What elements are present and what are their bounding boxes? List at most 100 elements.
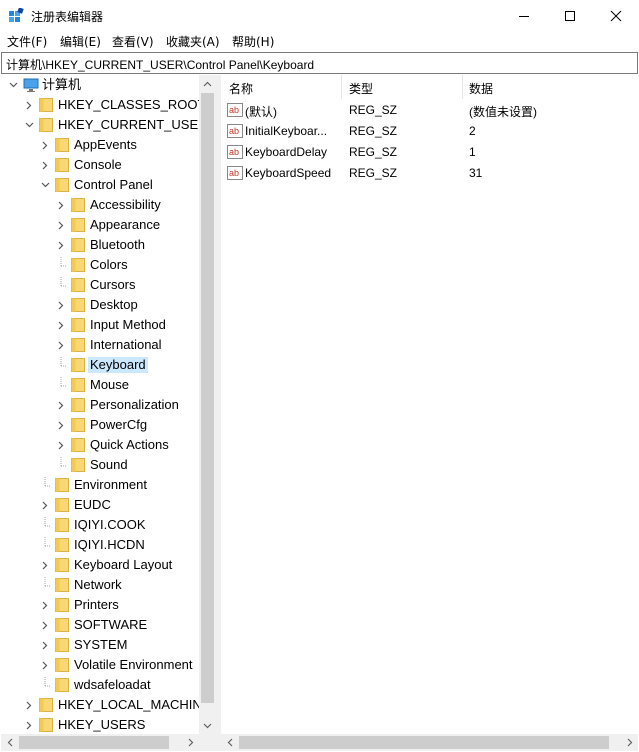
tree-node[interactable]: PowerCfg — [1, 415, 199, 435]
tree-node[interactable]: Keyboard — [1, 355, 199, 375]
menu-view[interactable]: 查看(V) — [112, 33, 154, 50]
menu-favorites[interactable]: 收藏夹(A) — [166, 33, 220, 50]
tree-node[interactable]: Keyboard Layout — [1, 555, 199, 575]
minimize-button[interactable] — [501, 0, 547, 31]
menu-edit[interactable]: 编辑(E) — [60, 33, 101, 50]
chevron-right-icon[interactable] — [55, 417, 67, 433]
tree-node[interactable]: Bluetooth — [1, 235, 199, 255]
tree-node[interactable]: HKEY_USERS — [1, 715, 199, 734]
list-horizontal-scrollbar[interactable] — [221, 734, 638, 751]
folder-icon — [71, 198, 85, 212]
value-row[interactable]: ab InitialKeyboar... REG_SZ 2 — [221, 121, 638, 142]
chevron-right-icon[interactable] — [55, 297, 67, 313]
close-button[interactable] — [593, 0, 639, 31]
computer-icon — [23, 78, 39, 92]
chevron-right-icon[interactable] — [55, 317, 67, 333]
chevron-right-icon[interactable] — [39, 157, 51, 173]
column-divider[interactable] — [341, 75, 342, 99]
tree-node[interactable]: IQIYI.HCDN — [1, 535, 199, 555]
maximize-button[interactable] — [547, 0, 593, 31]
tree-node-label: Bluetooth — [90, 237, 145, 252]
tree-node[interactable]: Quick Actions — [1, 435, 199, 455]
chevron-right-icon[interactable] — [39, 497, 51, 513]
tree-vertical-scrollbar[interactable] — [199, 75, 216, 734]
tree-node[interactable]: Mouse — [1, 375, 199, 395]
value-row[interactable]: ab (默认) REG_SZ (数值未设置) — [221, 100, 638, 121]
chevron-down-icon[interactable] — [7, 77, 19, 93]
tree-horizontal-scrollbar[interactable] — [1, 734, 199, 751]
tree-node[interactable]: HKEY_CLASSES_ROOT — [1, 95, 199, 115]
tree-node-label: HKEY_CLASSES_ROOT — [58, 97, 199, 112]
chevron-right-icon[interactable] — [55, 217, 67, 233]
chevron-right-icon[interactable] — [23, 717, 35, 733]
menu-file[interactable]: 文件(F) — [7, 33, 47, 50]
tree-node[interactable]: HKEY_CURRENT_USER — [1, 115, 199, 135]
value-name: InitialKeyboar... — [245, 124, 328, 138]
chevron-right-icon[interactable] — [55, 197, 67, 213]
chevron-right-icon[interactable] — [55, 237, 67, 253]
values-list-pane: 名称 类型 数据 ab (默认) REG_SZ (数值未设置) ab InitialKey… — [221, 75, 638, 751]
chevron-right-icon[interactable] — [39, 637, 51, 653]
tree-node[interactable]: Desktop — [1, 295, 199, 315]
tree-node[interactable]: Control Panel — [1, 175, 199, 195]
tree-node[interactable]: IQIYI.COOK — [1, 515, 199, 535]
tree-node[interactable]: Colors — [1, 255, 199, 275]
menu-help[interactable]: 帮助(H) — [232, 33, 274, 50]
scroll-down-icon[interactable] — [199, 717, 216, 734]
tree-node[interactable]: Input Method — [1, 315, 199, 335]
column-divider[interactable] — [462, 75, 463, 99]
scroll-right-icon[interactable] — [182, 734, 199, 751]
chevron-right-icon[interactable] — [39, 617, 51, 633]
tree-node[interactable]: AppEvents — [1, 135, 199, 155]
tree-node[interactable]: Network — [1, 575, 199, 595]
tree-node[interactable]: Environment — [1, 475, 199, 495]
chevron-right-icon[interactable] — [39, 657, 51, 673]
chevron-right-icon[interactable] — [39, 597, 51, 613]
tree-node[interactable]: Accessibility — [1, 195, 199, 215]
address-path[interactable]: 计算机\HKEY_CURRENT_USER\Control Panel\Keyb… — [6, 56, 314, 73]
tree-node[interactable]: 计算机 — [1, 75, 199, 95]
tree-node[interactable]: Cursors — [1, 275, 199, 295]
scroll-right-icon[interactable] — [621, 734, 638, 751]
value-name: KeyboardSpeed — [245, 166, 332, 180]
chevron-right-icon[interactable] — [55, 437, 67, 453]
tree-hscroll-thumb[interactable] — [19, 736, 169, 749]
tree-node[interactable]: Volatile Environment — [1, 655, 199, 675]
tree-node[interactable]: Console — [1, 155, 199, 175]
scroll-left-icon[interactable] — [1, 734, 18, 751]
column-header-type[interactable]: 类型 — [349, 80, 373, 97]
tree-node[interactable]: Sound — [1, 455, 199, 475]
scroll-up-icon[interactable] — [199, 75, 216, 92]
tree-node[interactable]: SOFTWARE — [1, 615, 199, 635]
chevron-right-icon[interactable] — [23, 97, 35, 113]
chevron-down-icon[interactable] — [39, 177, 51, 193]
tree-node[interactable]: Appearance — [1, 215, 199, 235]
folder-icon — [55, 518, 69, 532]
scroll-left-icon[interactable] — [221, 734, 238, 751]
chevron-right-icon[interactable] — [39, 557, 51, 573]
tree-node[interactable]: wdsafeloadat — [1, 675, 199, 695]
list-hscroll-thumb[interactable] — [239, 736, 609, 749]
chevron-right-icon[interactable] — [55, 337, 67, 353]
tree-vscroll-thumb[interactable] — [201, 93, 214, 703]
tree-node[interactable]: Printers — [1, 595, 199, 615]
folder-icon — [71, 398, 85, 412]
tree-node-label: wdsafeloadat — [74, 677, 151, 692]
chevron-right-icon[interactable] — [55, 397, 67, 413]
tree-node[interactable]: Personalization — [1, 395, 199, 415]
tree-node[interactable]: EUDC — [1, 495, 199, 515]
tree-node-label: Control Panel — [74, 177, 153, 192]
column-header-name[interactable]: 名称 — [229, 80, 253, 97]
tree-node[interactable]: International — [1, 335, 199, 355]
value-row[interactable]: ab KeyboardSpeed REG_SZ 31 — [221, 163, 638, 184]
address-bar[interactable]: 计算机\HKEY_CURRENT_USER\Control Panel\Keyb… — [1, 52, 638, 74]
chevron-right-icon[interactable] — [23, 697, 35, 713]
chevron-down-icon[interactable] — [23, 117, 35, 133]
column-header-data[interactable]: 数据 — [469, 80, 493, 97]
tree-node[interactable]: HKEY_LOCAL_MACHINE — [1, 695, 199, 715]
tree-node[interactable]: SYSTEM — [1, 635, 199, 655]
value-row[interactable]: ab KeyboardDelay REG_SZ 1 — [221, 142, 638, 163]
minimize-icon — [519, 15, 529, 17]
folder-icon — [55, 158, 69, 172]
chevron-right-icon[interactable] — [39, 137, 51, 153]
